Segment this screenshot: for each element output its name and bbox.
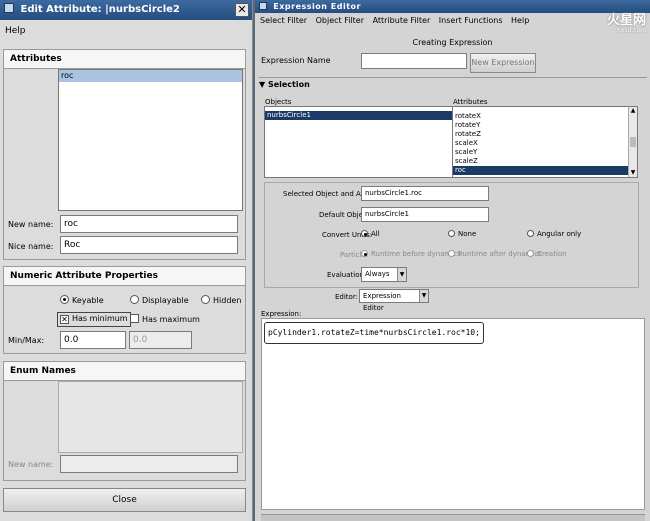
scroll-down-icon[interactable]: ▼	[629, 169, 637, 177]
editor-label: Editor:	[335, 293, 358, 301]
menu-help[interactable]: Help	[5, 26, 26, 36]
attribute-list-item[interactable]: rotateZ	[453, 130, 637, 139]
nice-name-field[interactable]: Roc	[60, 236, 238, 254]
selection-section-header[interactable]: ▼ Selection	[259, 77, 647, 91]
editor-select[interactable]: Expression Editor ▼	[359, 289, 429, 312]
radio-icon	[448, 250, 455, 257]
object-list-item[interactable]: nurbsCircle1	[265, 111, 452, 120]
site-watermark-logo: 火星网 hxsd.com	[606, 13, 646, 34]
radio-selected-icon	[361, 250, 368, 257]
nice-name-label: Nice name:	[8, 242, 54, 251]
mode-title: Creating Expression	[412, 38, 493, 47]
hidden-option[interactable]: Hidden	[201, 295, 241, 306]
radio-selected-icon	[361, 230, 368, 237]
has-minimum-option[interactable]: ✕ Has minimum	[57, 312, 131, 327]
objects-list[interactable]: nurbsCircle1	[264, 106, 453, 178]
attributes-list[interactable]: roc	[58, 69, 243, 211]
radio-icon	[448, 230, 455, 237]
menu-insert-functions[interactable]: Insert Functions	[439, 16, 503, 25]
attributes-panel: roc New name: roc Nice name: Roc	[3, 69, 246, 260]
expression-name-field[interactable]	[361, 53, 467, 69]
selected-attr-field[interactable]: nurbsCircle1.roc	[361, 186, 489, 201]
numeric-section-header[interactable]: Numeric Attribute Properties	[3, 266, 246, 286]
expression-editor-area[interactable]: pCylinder1.rotateZ=time*nurbsCircle1.roc…	[261, 318, 645, 510]
attributes-label: Attributes	[453, 98, 488, 106]
enum-list	[58, 381, 243, 453]
collapse-triangle-icon: ▼	[259, 80, 266, 89]
radio-icon	[527, 230, 534, 237]
unit-angular-option[interactable]: Angular only	[527, 230, 581, 238]
numeric-panel: Keyable Displayable Hidden ✕ Has minimum …	[3, 286, 246, 354]
attribute-list-item[interactable]: rotateY	[453, 121, 637, 130]
attribute-list-item[interactable]: scaleX	[453, 139, 637, 148]
expression-text[interactable]: pCylinder1.rotateZ=time*nurbsCircle1.roc…	[264, 322, 484, 344]
edit-attribute-title: Edit Attribute: |nurbsCircle2	[20, 4, 180, 15]
dropdown-arrow-icon[interactable]: ▼	[397, 268, 406, 281]
enum-new-name-field	[60, 455, 238, 473]
radio-icon	[527, 250, 534, 257]
edit-attribute-titlebar[interactable]: Edit Attribute: |nurbsCircle2 ✕	[0, 0, 252, 20]
unit-none-option[interactable]: None	[448, 230, 476, 238]
dropdown-arrow-icon[interactable]: ▼	[419, 290, 428, 302]
minmax-label: Min/Max:	[8, 336, 45, 345]
new-expression-button[interactable]: New Expression	[470, 53, 536, 73]
particle-before-option: Runtime before dynamics	[361, 250, 461, 258]
displayable-radio-icon	[130, 295, 139, 304]
attribute-list-item[interactable]: scaleY	[453, 148, 637, 157]
button-row	[261, 514, 645, 521]
enum-new-name-label: New name:	[8, 460, 54, 469]
close-icon[interactable]: ✕	[235, 3, 249, 17]
menu-attribute-filter[interactable]: Attribute Filter	[373, 16, 431, 25]
expression-editor-titlebar[interactable]: Expression Editor	[255, 0, 650, 13]
expression-editor-title: Expression Editor	[273, 2, 361, 11]
menu-help[interactable]: Help	[511, 16, 529, 25]
expression-name-label: Expression Name	[261, 56, 331, 65]
edit-attribute-menubar: Help	[0, 20, 252, 42]
attribute-list-item[interactable]: scaleZ	[453, 157, 637, 166]
evaluation-select[interactable]: Always ▼	[361, 267, 407, 282]
expression-label: Expression:	[261, 310, 302, 318]
window-app-icon	[259, 2, 267, 10]
max-field: 0.0	[129, 331, 192, 349]
keyable-radio-icon	[60, 295, 69, 304]
attribute-list-item[interactable]: roc	[453, 166, 637, 175]
attributes-scrollbar[interactable]: ▲ ▼	[628, 107, 637, 177]
new-name-field[interactable]: roc	[60, 215, 238, 233]
enum-section-header[interactable]: Enum Names	[3, 361, 246, 381]
scroll-thumb[interactable]	[630, 137, 636, 147]
keyable-option[interactable]: Keyable	[60, 295, 104, 306]
checkmark-icon: ✕	[60, 315, 69, 324]
expression-editor-menubar: Select Filter Object Filter Attribute Fi…	[255, 13, 650, 28]
new-name-label: New name:	[8, 220, 54, 229]
min-field[interactable]: 0.0	[60, 331, 126, 349]
attribute-list-item[interactable]: rotateX	[453, 112, 637, 121]
default-object-field[interactable]: nurbsCircle1	[361, 207, 489, 222]
scroll-up-icon[interactable]: ▲	[629, 107, 637, 115]
particle-creation-option: Creation	[527, 250, 567, 258]
attributes-section-header[interactable]: Attributes	[3, 49, 246, 69]
menu-select-filter[interactable]: Select Filter	[260, 16, 307, 25]
edit-attribute-window: Edit Attribute: |nurbsCircle2 ✕ Help Att…	[0, 0, 253, 521]
objects-label: Objects	[265, 98, 292, 106]
displayable-option[interactable]: Displayable	[130, 295, 189, 306]
checkbox-icon	[130, 314, 139, 323]
unit-all-option[interactable]: All	[361, 230, 380, 238]
window-app-icon	[4, 3, 14, 13]
expression-editor-window: Expression Editor 火星网 hxsd.com Select Fi…	[255, 0, 650, 521]
attribute-list-item[interactable]: roc	[59, 70, 242, 82]
enum-panel: New name:	[3, 381, 246, 481]
attributes-list-right[interactable]: rotateX rotateY rotateZ scaleX scaleY scaleZ r…	[452, 106, 638, 178]
hidden-radio-icon	[201, 295, 210, 304]
has-maximum-option[interactable]: Has maximum	[130, 314, 200, 325]
menu-object-filter[interactable]: Object Filter	[316, 16, 364, 25]
close-button[interactable]: Close	[3, 488, 246, 512]
